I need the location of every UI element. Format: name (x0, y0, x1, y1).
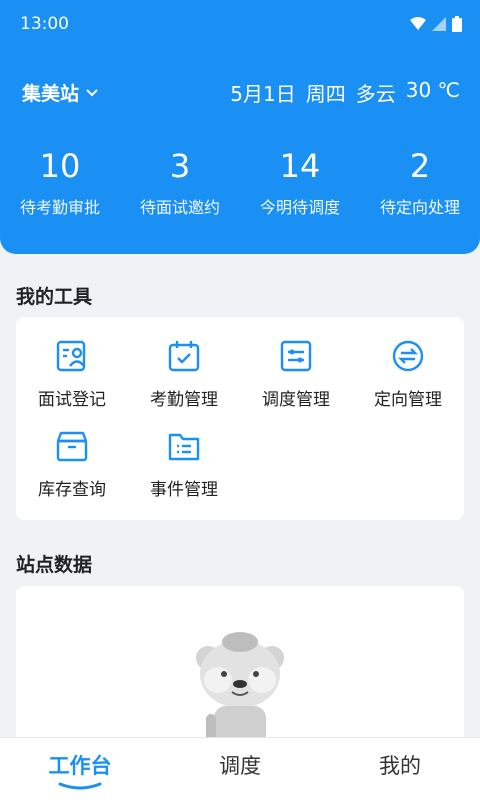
signal-icon (432, 17, 446, 31)
weekday-text: 周四 (305, 82, 346, 106)
tool-dispatch[interactable]: 调度管理 (240, 339, 352, 410)
temperature-text: 30 ℃ (405, 78, 460, 102)
status-bar: 13:00 (20, 12, 462, 36)
station-name: 集美站 (22, 83, 80, 105)
attendance-calendar-icon (168, 341, 200, 372)
tool-label: 事件管理 (150, 480, 218, 500)
active-tab-indicator (58, 782, 102, 790)
tool-label: 调度管理 (262, 390, 330, 410)
station-data-card (16, 586, 464, 746)
directional-exchange-icon (392, 340, 424, 372)
tab-dispatch[interactable]: 调度 (160, 738, 320, 800)
tool-inventory[interactable]: 库存查询 (16, 429, 128, 500)
inventory-box-icon (56, 431, 88, 462)
tool-attendance[interactable]: 考勤管理 (128, 339, 240, 410)
tab-label: 工作台 (48, 754, 112, 778)
wifi-icon (410, 17, 426, 30)
tab-workbench[interactable]: 工作台 (0, 738, 160, 800)
tab-mine[interactable]: 我的 (320, 738, 480, 800)
empty-state-mascot-illustration (196, 632, 284, 746)
tab-label: 调度 (219, 754, 261, 778)
stat-label: 今明待调度 (259, 198, 340, 217)
dispatch-sliders-icon (280, 340, 312, 372)
station-data-section-title: 站点数据 (16, 554, 93, 576)
status-time: 13:00 (20, 14, 69, 34)
bottom-tab-bar: 工作台 调度 我的 (0, 737, 480, 800)
tool-label: 库存查询 (38, 480, 106, 500)
tool-directional[interactable]: 定向管理 (352, 339, 464, 410)
event-folder-icon (168, 433, 200, 461)
stat-directional-pending[interactable]: 2 待定向处理 (360, 146, 480, 218)
tools-section-title: 我的工具 (16, 286, 93, 308)
stat-value: 10 (39, 147, 81, 185)
date-weather: 5月1日 周四 多云 30 ℃ (230, 78, 460, 107)
tool-label: 考勤管理 (150, 390, 218, 410)
station-selector[interactable]: 集美站 (22, 79, 99, 106)
stat-value: 2 (409, 147, 431, 185)
stat-label: 待定向处理 (379, 198, 460, 217)
battery-icon (452, 16, 462, 32)
date-text: 5月1日 (230, 82, 296, 106)
tool-interview-register[interactable]: 面试登记 (16, 339, 128, 410)
tool-label: 定向管理 (374, 390, 442, 410)
tools-card: 面试登记 考勤管理 调度管理 定向管理 库存查询 事件管理 (16, 317, 464, 520)
stat-interview-invite[interactable]: 3 待面试邀约 (120, 146, 240, 218)
stat-attendance-approval[interactable]: 10 待考勤审批 (0, 146, 120, 218)
stat-value: 14 (279, 147, 321, 185)
tool-event[interactable]: 事件管理 (128, 429, 240, 500)
stats-row: 10 待考勤审批 3 待面试邀约 14 今明待调度 2 待定向处理 (0, 146, 480, 218)
header-banner: 13:00 集美站 5月1日 周四 多云 30 ℃ 10 待考勤审批 3 待面试… (0, 0, 480, 254)
stat-label: 待面试邀约 (139, 198, 220, 217)
tab-label: 我的 (379, 754, 421, 778)
location-row: 集美站 5月1日 周四 多云 30 ℃ (22, 78, 460, 107)
stat-dispatch-pending[interactable]: 14 今明待调度 (240, 146, 360, 218)
status-icons (410, 16, 462, 32)
chevron-down-icon (86, 88, 98, 96)
stat-value: 3 (169, 147, 191, 185)
stat-label: 待考勤审批 (19, 198, 100, 217)
weather-text: 多云 (355, 82, 396, 106)
tool-label: 面试登记 (38, 390, 106, 410)
interview-register-icon (56, 340, 86, 372)
